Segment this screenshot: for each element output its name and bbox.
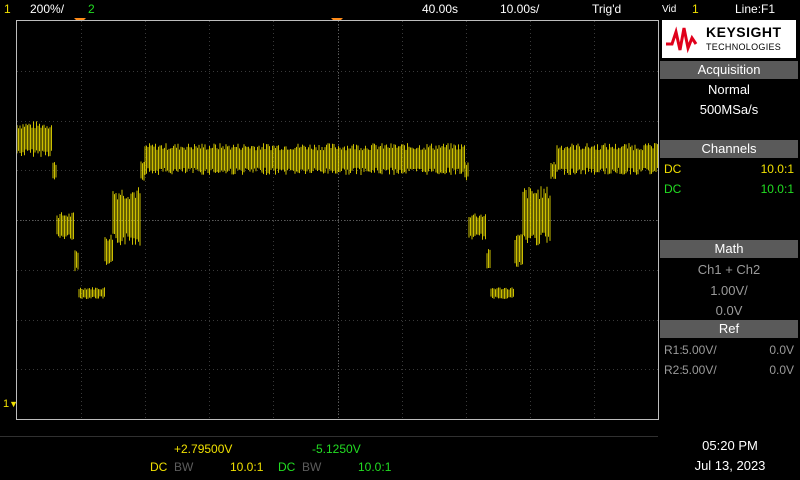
channel-2-row[interactable]: DC 10.0:1 (664, 182, 794, 196)
ch1-coupling[interactable]: DC (150, 460, 167, 474)
ref-r2-scale: 5.00V/ (682, 363, 717, 377)
ref-r1-row[interactable]: R1: 5.00V/ 0.0V (664, 343, 794, 357)
acquisition-header[interactable]: Acquisition (660, 61, 798, 79)
brand-name: KEYSIGHT (706, 24, 782, 40)
ch1-probe[interactable]: 10.0:1 (230, 460, 263, 474)
keysight-wave-icon (666, 26, 698, 54)
ref-r2-row[interactable]: R2: 5.00V/ 0.0V (664, 363, 794, 377)
clock-date: Jul 13, 2023 (694, 458, 766, 473)
math-header[interactable]: Math (660, 240, 798, 258)
trigger-source-label: Vid (662, 4, 677, 15)
math-function: Ch1 + Ch2 (697, 262, 761, 277)
math-scale: 1.00V/ (710, 283, 748, 298)
trigger-line[interactable]: Line:F1 (735, 2, 775, 16)
channel-2-probe: 10.0:1 (760, 182, 794, 196)
channel-1-row[interactable]: DC 10.0:1 (664, 162, 794, 176)
brand-sub: TECHNOLOGIES (706, 42, 782, 52)
acquisition-mode: Normal (708, 82, 750, 97)
ref-r1-name: R1: (664, 343, 683, 357)
clock-time: 05:20 PM (702, 438, 758, 453)
side-panel: KEYSIGHT TECHNOLOGIES Acquisition Normal… (660, 20, 798, 436)
ref-r1-scale: 5.00V/ (682, 343, 717, 357)
time-delay[interactable]: 40.00s (422, 2, 458, 16)
acquisition-rate: 500MSa/s (699, 102, 759, 117)
math-offset: 0.0V (715, 303, 743, 318)
keysight-logo: KEYSIGHT TECHNOLOGIES (662, 20, 796, 58)
time-scale[interactable]: 10.00s/ (500, 2, 539, 16)
waveform-display[interactable] (16, 20, 659, 420)
graticule (16, 21, 658, 419)
ch1-trace (16, 121, 658, 299)
channel-1-probe: 10.0:1 (760, 162, 794, 176)
channels-header[interactable]: Channels (660, 140, 798, 158)
ref-r1-offset: 0.0V (769, 343, 794, 357)
ref-r2-offset: 0.0V (769, 363, 794, 377)
channel-info-bar: +2.79500V -5.1250V DC BW 10.0:1 DC BW 10… (0, 436, 660, 480)
channel-1-coupling: DC (664, 162, 682, 176)
ch1-number[interactable]: 1 (4, 2, 11, 16)
ch2-offset[interactable]: -5.1250V (312, 442, 361, 456)
ref-r2-name: R2: (664, 363, 683, 377)
ch1-bw-limit[interactable]: BW (174, 460, 193, 474)
ch2-probe[interactable]: 10.0:1 (358, 460, 391, 474)
trigger-status: Trig'd (592, 2, 622, 16)
ref-header[interactable]: Ref (660, 320, 798, 338)
ch1-ground-marker[interactable]: 1▼ (3, 398, 18, 410)
ch1-scale[interactable]: 200%/ (30, 2, 64, 16)
ch1-offset[interactable]: +2.79500V (174, 442, 232, 456)
clock: 05:20 PM Jul 13, 2023 (660, 436, 800, 480)
trigger-channel[interactable]: 1 (692, 2, 699, 16)
ch2-bw-limit[interactable]: BW (302, 460, 321, 474)
ch2-number[interactable]: 2 (88, 2, 95, 16)
channel-2-coupling: DC (664, 182, 682, 196)
ch2-coupling[interactable]: DC (278, 460, 295, 474)
